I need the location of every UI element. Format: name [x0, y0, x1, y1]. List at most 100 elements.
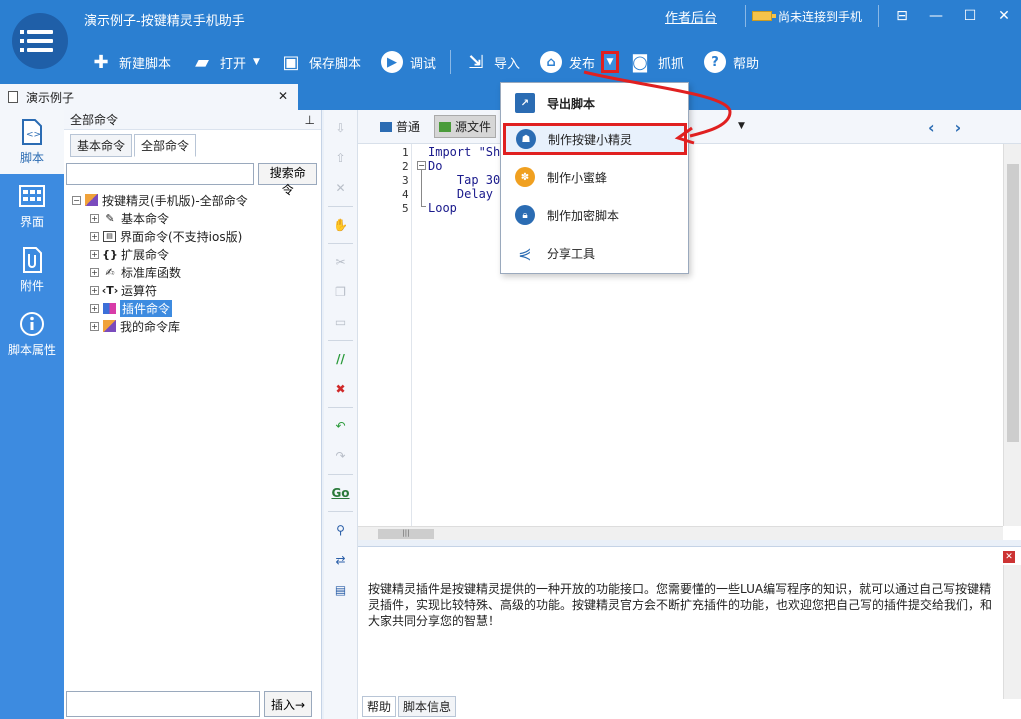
help-scrollbar[interactable]: [1003, 565, 1021, 699]
import-button[interactable]: ⇲ 导入: [455, 47, 530, 77]
copy-icon[interactable]: ❐: [324, 280, 357, 304]
comment-icon[interactable]: //: [324, 347, 357, 371]
operator-icon: ‹T›: [101, 283, 119, 297]
collapse-icon[interactable]: −: [72, 195, 81, 205]
document-tab[interactable]: 演示例子 ✕: [0, 84, 298, 110]
lock-icon: 🔒︎: [515, 205, 535, 225]
info-icon: [19, 311, 45, 337]
tree-item-extended[interactable]: + {} 扩展命令: [72, 245, 321, 263]
source-view-icon: [439, 121, 452, 132]
code-editor[interactable]: 1 2 3 4 5 − Import "Sh Do Tap 30 Delay L…: [358, 144, 1021, 540]
save-icon: ▣: [282, 51, 300, 73]
undo-icon[interactable]: ↶: [324, 414, 357, 438]
close-tab-icon[interactable]: ✕: [278, 89, 288, 103]
back-arrow-icon[interactable]: ‹: [928, 118, 935, 137]
close-help-icon[interactable]: ✕: [1003, 551, 1015, 563]
menu-item-make-sprite[interactable]: ☗ 制作按键小精灵: [503, 123, 687, 155]
delete-icon[interactable]: ✕: [324, 176, 357, 200]
code-line: Delay: [428, 187, 494, 201]
expand-icon[interactable]: +: [90, 285, 99, 295]
save-script-button[interactable]: ▣ 保存脚本: [270, 47, 371, 77]
command-panel: 全部命令 ⊥ 基本命令 全部命令 搜索命令 − 按键精灵(手机版)-全部命令 +…: [64, 110, 322, 719]
sprite-icon: ☗: [516, 129, 536, 149]
script-file-icon: <>: [19, 118, 45, 145]
move-up-icon[interactable]: ⇩: [324, 116, 357, 140]
tree-item-basic[interactable]: + ✎ 基本命令: [72, 209, 321, 227]
dropdown-window-button[interactable]: ⊟: [885, 0, 919, 32]
command-panel-header: 全部命令 ⊥: [64, 110, 321, 130]
expand-icon[interactable]: +: [90, 249, 99, 259]
editor-vertical-scrollbar[interactable]: [1003, 144, 1021, 526]
tree-item-stdlib[interactable]: + ✍ 标准库函数: [72, 263, 321, 281]
command-tree: − 按键精灵(手机版)-全部命令 + ✎ 基本命令 + ▤ 界面命令(不支持io…: [64, 185, 321, 335]
publish-button[interactable]: ⌂ 发布: [530, 47, 605, 77]
stdlib-icon: ✍: [105, 265, 115, 279]
redo-icon[interactable]: ↷: [324, 444, 357, 468]
tab-script-info[interactable]: 脚本信息: [398, 696, 457, 717]
mode-source-button[interactable]: 源文件: [434, 115, 497, 138]
tree-item-plugin[interactable]: + 插件命令: [72, 299, 321, 317]
expand-icon[interactable]: +: [90, 303, 99, 313]
hand-icon[interactable]: ✋: [324, 213, 357, 237]
insert-input[interactable]: [66, 691, 260, 717]
interface-command-icon: ▤: [103, 230, 116, 242]
paste-icon[interactable]: ▭: [324, 310, 357, 334]
nav-interface[interactable]: 界面: [0, 174, 64, 238]
minimize-button[interactable]: —: [919, 0, 953, 32]
tab-basic-commands[interactable]: 基本命令: [70, 134, 133, 157]
menu-item-share-tool[interactable]: ⋞ 分享工具: [501, 237, 688, 269]
export-icon: ↗: [515, 93, 535, 113]
menu-item-make-bee[interactable]: ✽ 制作小蜜蜂: [501, 161, 688, 193]
mode-normal-button[interactable]: 普通: [376, 116, 424, 137]
author-admin-link[interactable]: 作者后台: [665, 7, 717, 26]
insert-button[interactable]: 插入→: [264, 691, 313, 717]
menu-item-export-script[interactable]: ↗ 导出脚本: [501, 87, 688, 119]
new-script-button[interactable]: ✚ 新建脚本: [80, 47, 181, 77]
function-combo-chevron-icon[interactable]: ▼: [738, 121, 745, 131]
left-navigation: <> 脚本 界面 附件 脚本属性: [0, 110, 64, 719]
debug-button[interactable]: ▶ 调试: [371, 47, 446, 77]
code-line: Loop: [428, 201, 457, 215]
menu-icon: [20, 30, 53, 34]
goto-icon[interactable]: Go: [324, 481, 357, 505]
forward-arrow-icon[interactable]: ›: [955, 118, 962, 137]
maximize-button[interactable]: ☐: [953, 0, 987, 32]
format-icon[interactable]: ▤: [324, 578, 357, 602]
replace-icon[interactable]: ⇄: [324, 548, 357, 572]
tree-item-operators[interactable]: + ‹T› 运算符: [72, 281, 321, 299]
expand-icon[interactable]: +: [90, 321, 99, 331]
phone-connection-status[interactable]: 尚未连接到手机: [751, 8, 862, 25]
menu-item-encrypt-script[interactable]: 🔒︎ 制作加密脚本: [501, 199, 688, 231]
command-search-input[interactable]: [66, 163, 255, 185]
nav-attachment[interactable]: 附件: [0, 238, 64, 302]
nav-script[interactable]: <> 脚本: [0, 110, 64, 174]
uncomment-icon[interactable]: ✖: [324, 377, 357, 401]
tab-help[interactable]: 帮助: [362, 696, 397, 717]
open-button[interactable]: ▰ 打开 ▼: [181, 47, 270, 77]
editor-horizontal-scrollbar[interactable]: |||: [358, 526, 1003, 540]
help-button[interactable]: ? 帮助: [694, 47, 769, 77]
phone-status-label: 尚未连接到手机: [777, 9, 862, 24]
pin-icon[interactable]: ⊥: [305, 113, 315, 127]
publish-dropdown-toggle[interactable]: ▼: [601, 51, 620, 73]
tree-item-my-library[interactable]: + 我的命令库: [72, 317, 321, 335]
expand-icon[interactable]: +: [90, 213, 99, 223]
search-command-button[interactable]: 搜索命令: [258, 163, 317, 197]
capture-button[interactable]: ◙ 抓抓: [619, 47, 694, 77]
find-icon[interactable]: ⚲: [324, 518, 357, 542]
interface-grid-icon: [19, 183, 45, 209]
expand-icon[interactable]: +: [90, 267, 99, 277]
close-window-button[interactable]: ✕: [987, 0, 1021, 32]
fold-toggle-icon[interactable]: −: [417, 161, 426, 170]
help-text: 按键精灵插件是按键精灵提供的一种开放的功能接口。您需要懂的一些LUA编写程序的知…: [368, 582, 993, 628]
cut-icon[interactable]: ✂: [324, 250, 357, 274]
bee-icon: ✽: [515, 167, 535, 187]
tree-item-interface[interactable]: + ▤ 界面命令(不支持ios版): [72, 227, 321, 245]
question-icon: ?: [704, 51, 727, 73]
main-menu-button[interactable]: [12, 13, 68, 69]
move-down-icon[interactable]: ⇧: [324, 146, 357, 170]
expand-icon[interactable]: +: [90, 231, 99, 241]
tab-all-commands[interactable]: 全部命令: [134, 134, 197, 157]
nav-script-properties[interactable]: 脚本属性: [0, 302, 64, 366]
editor-toolstrip: ⇩ ⇧ ✕ ✋ ✂ ❐ ▭ // ✖ ↶ ↷ Go ⚲ ⇄ ▤: [324, 110, 358, 719]
